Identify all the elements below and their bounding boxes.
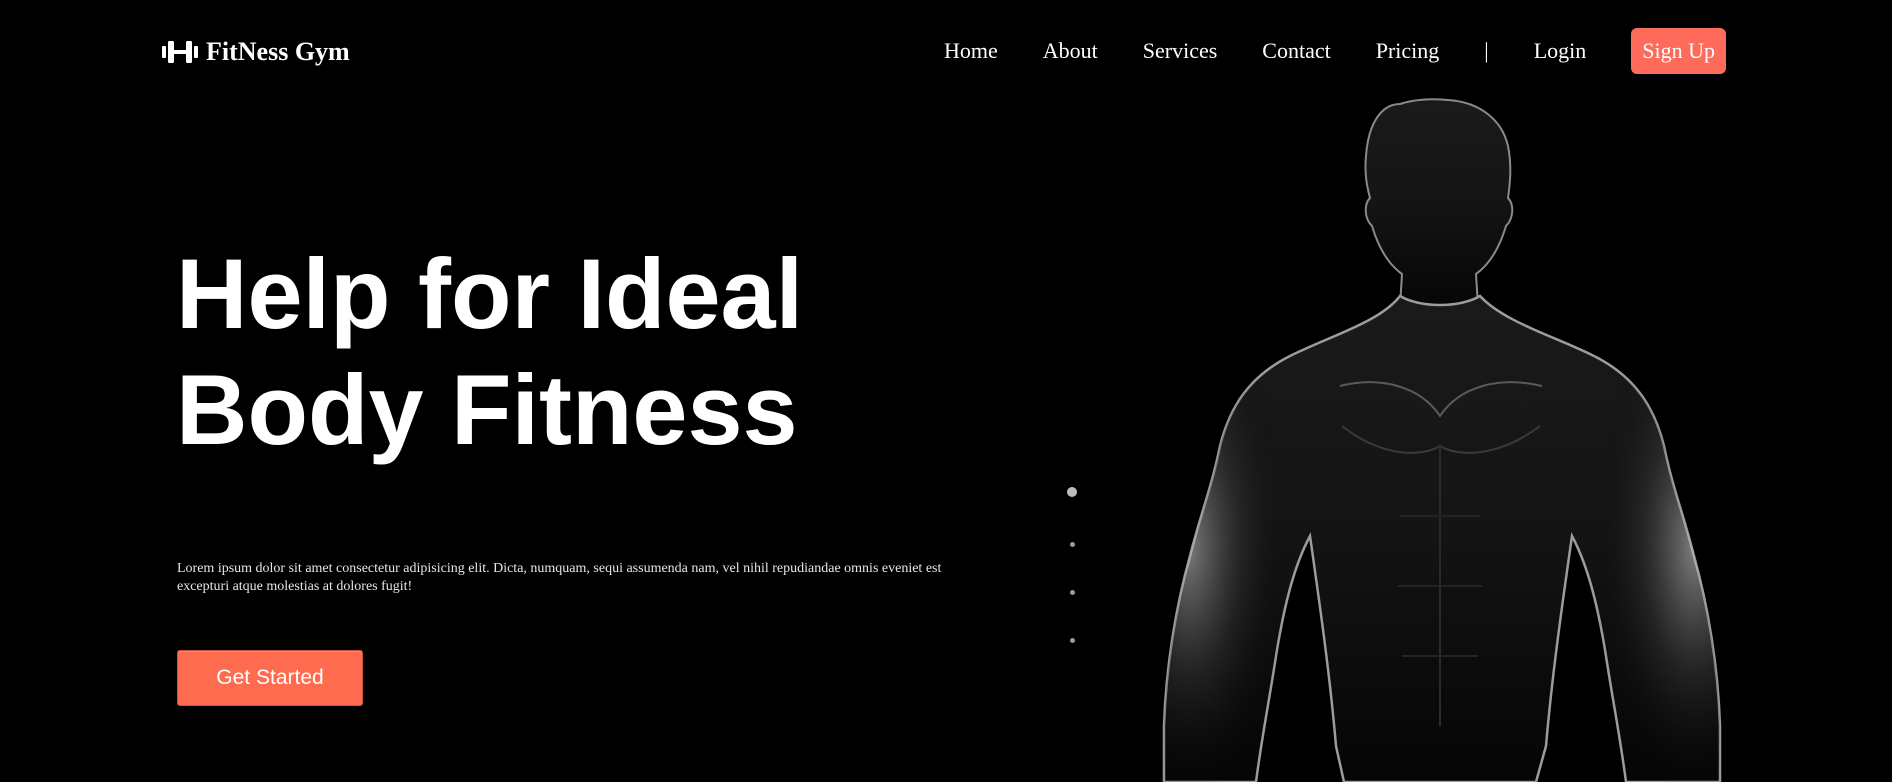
nav-link-about[interactable]: About	[1043, 38, 1098, 64]
slider-dot-2[interactable]	[1070, 542, 1075, 547]
nav-link-services[interactable]: Services	[1143, 38, 1218, 64]
slider-dot-1[interactable]	[1067, 487, 1077, 497]
brand-name: FitNess Gym	[206, 37, 350, 66]
dumbbell-icon	[162, 41, 198, 63]
nav-separator: |	[1484, 38, 1489, 63]
athlete-silhouette-image	[1162, 98, 1722, 782]
nav-link-home[interactable]: Home	[944, 38, 998, 64]
hero-title: Help for Ideal Body Fitness	[176, 238, 804, 465]
hero-description: Lorem ipsum dolor sit amet consectetur a…	[177, 561, 942, 594]
nav-link-contact[interactable]: Contact	[1262, 38, 1330, 64]
nav-link-pricing[interactable]: Pricing	[1376, 38, 1440, 64]
get-started-button[interactable]: Get Started	[177, 650, 363, 706]
main-nav: Home About Services Contact Pricing | Lo…	[944, 28, 1727, 74]
login-link[interactable]: Login	[1534, 38, 1587, 64]
brand-logo[interactable]: FitNess Gym	[162, 36, 350, 68]
slider-dot-4[interactable]	[1070, 638, 1075, 643]
slider-dot-3[interactable]	[1070, 590, 1075, 595]
signup-button[interactable]: Sign Up	[1631, 28, 1727, 74]
